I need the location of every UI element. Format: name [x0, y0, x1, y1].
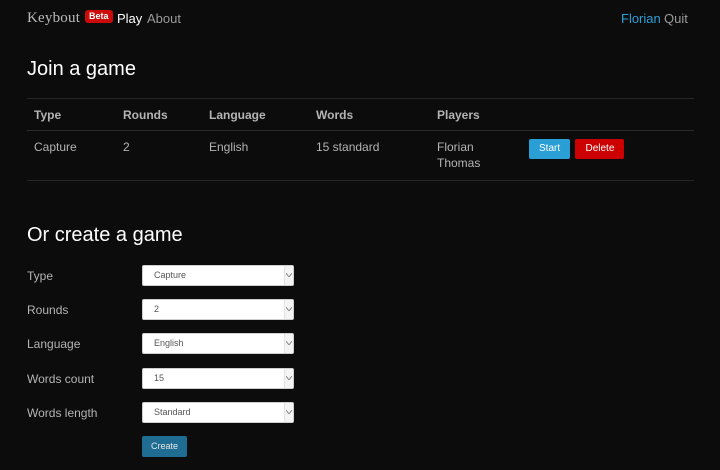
words-count-label: Words count: [27, 372, 95, 386]
column-header-rounds: Rounds: [116, 98, 202, 131]
nav-quit-link[interactable]: Quit: [664, 11, 688, 26]
navbar: Keybout Beta Play About Florian Quit: [0, 0, 720, 38]
game-players-cell: Florian Thomas: [430, 130, 522, 181]
table-header-row: Type Rounds Language Words Players: [27, 98, 694, 131]
column-header-actions: [522, 98, 694, 131]
game-words-cell: 15 standard: [309, 130, 430, 181]
column-header-language: Language: [202, 98, 309, 131]
language-select-value: English: [154, 338, 184, 348]
create-title: Or create a game: [27, 224, 183, 246]
create-button[interactable]: Create: [142, 436, 187, 457]
games-table: Type Rounds Language Words Players Captu…: [27, 98, 694, 181]
nav-user-link[interactable]: Florian: [621, 11, 661, 26]
rounds-label: Rounds: [27, 303, 69, 317]
chevron-down-icon: [284, 266, 293, 285]
chevron-down-icon: [284, 300, 293, 319]
form-row-words-length: Words length Standard: [27, 402, 327, 424]
delete-button[interactable]: Delete: [575, 139, 625, 159]
game-type-cell: Capture: [27, 130, 116, 181]
form-row-type: Type Capture: [27, 265, 327, 287]
chevron-down-icon: [284, 334, 293, 353]
words-count-select-value: 15: [154, 373, 165, 383]
chevron-down-icon: [284, 403, 293, 422]
start-button[interactable]: Start: [529, 139, 571, 159]
type-select-value: Capture: [154, 270, 187, 280]
game-actions-cell: Start Delete: [522, 130, 694, 181]
nav-play-link[interactable]: Play: [117, 11, 142, 26]
language-label: Language: [27, 337, 81, 351]
form-row-language: Language English: [27, 333, 327, 355]
rounds-select[interactable]: 2: [142, 299, 294, 320]
column-header-words: Words: [309, 98, 430, 131]
nav-about-link[interactable]: About: [147, 11, 181, 26]
column-header-type: Type: [27, 98, 116, 131]
game-rounds-cell: 2: [116, 130, 202, 181]
join-title: Join a game: [27, 58, 136, 80]
type-select[interactable]: Capture: [142, 265, 294, 286]
beta-badge: Beta: [85, 10, 113, 23]
game-language-cell: English: [202, 130, 309, 181]
words-length-label: Words length: [27, 406, 98, 420]
rounds-select-value: 2: [154, 304, 160, 314]
column-header-players: Players: [430, 98, 522, 131]
form-row-rounds: Rounds 2: [27, 299, 327, 321]
player-name: Florian: [437, 140, 474, 154]
type-label: Type: [27, 269, 54, 283]
words-count-select[interactable]: 15: [142, 368, 294, 389]
language-select[interactable]: English: [142, 333, 294, 354]
table-row: Capture 2 English 15 standard Florian Th…: [27, 130, 694, 181]
player-name: Thomas: [437, 156, 481, 170]
form-row-words-count: Words count 15: [27, 368, 327, 390]
brand-logo[interactable]: Keybout: [27, 10, 80, 27]
words-length-select-value: Standard: [154, 407, 191, 417]
words-length-select[interactable]: Standard: [142, 402, 294, 423]
chevron-down-icon: [284, 369, 293, 388]
